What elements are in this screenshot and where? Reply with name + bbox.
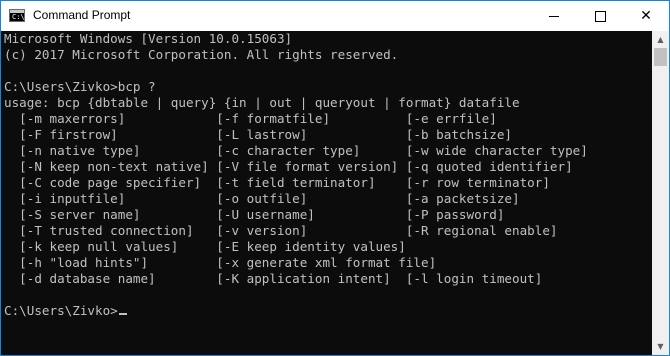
console-line: [-C code page specifier] [-t field termi… bbox=[4, 175, 550, 190]
minimize-icon bbox=[549, 15, 559, 17]
close-icon: ✕ bbox=[640, 8, 652, 24]
cmd-icon: C:\ bbox=[9, 9, 25, 22]
console-line: (c) 2017 Microsoft Corporation. All righ… bbox=[4, 47, 399, 62]
console-line: [-N keep non-text native] [-V file forma… bbox=[4, 159, 573, 174]
console-line: C:\Users\Zivko> bbox=[4, 303, 651, 319]
window-title: Command Prompt bbox=[33, 8, 131, 22]
vertical-scrollbar[interactable]: ▲ ▼ bbox=[652, 31, 669, 355]
console-output[interactable]: Microsoft Windows [Version 10.0.15063] (c… bbox=[1, 31, 651, 355]
command-prompt-window: C:\ Command Prompt ✕ Microsoft Windows [… bbox=[0, 0, 670, 356]
console-line: [-n native type] [-c character type] [-w… bbox=[4, 143, 588, 158]
scrollbar-thumb[interactable] bbox=[654, 48, 667, 66]
console-line: [-F firstrow] [-L lastrow] [-b batchsize… bbox=[4, 127, 512, 142]
console-line: Microsoft Windows [Version 10.0.15063] bbox=[4, 31, 293, 46]
console-area[interactable]: Microsoft Windows [Version 10.0.15063] (c… bbox=[1, 31, 669, 355]
scroll-up-icon[interactable]: ▲ bbox=[652, 31, 669, 48]
maximize-button[interactable] bbox=[577, 1, 623, 31]
console-line: usage: bcp {dbtable | query} {in | out |… bbox=[4, 95, 520, 110]
scroll-down-icon[interactable]: ▼ bbox=[652, 338, 669, 355]
console-line: [-d database name] [-K application inten… bbox=[4, 271, 543, 286]
console-line: [-k keep null values] [-E keep identity … bbox=[4, 239, 406, 254]
maximize-icon bbox=[594, 10, 606, 22]
minimize-button[interactable] bbox=[531, 1, 577, 31]
text-cursor bbox=[118, 313, 127, 315]
console-line: [-h "load hints"] [-x generate xml forma… bbox=[4, 255, 437, 270]
console-line: [-T trusted connection] [-v version] [-R… bbox=[4, 223, 558, 238]
title-bar[interactable]: C:\ Command Prompt ✕ bbox=[1, 1, 669, 31]
console-line: [-m maxerrors] [-f formatfile] [-e errfi… bbox=[4, 111, 497, 126]
console-line: C:\Users\Zivko>bcp ? bbox=[4, 79, 156, 94]
scrollbar-track[interactable] bbox=[652, 66, 669, 338]
console-line: [-S server name] [-U username] [-P passw… bbox=[4, 207, 505, 222]
close-button[interactable]: ✕ bbox=[623, 1, 669, 31]
console-line: [-i inputfile] [-o outfile] [-a packetsi… bbox=[4, 191, 520, 206]
